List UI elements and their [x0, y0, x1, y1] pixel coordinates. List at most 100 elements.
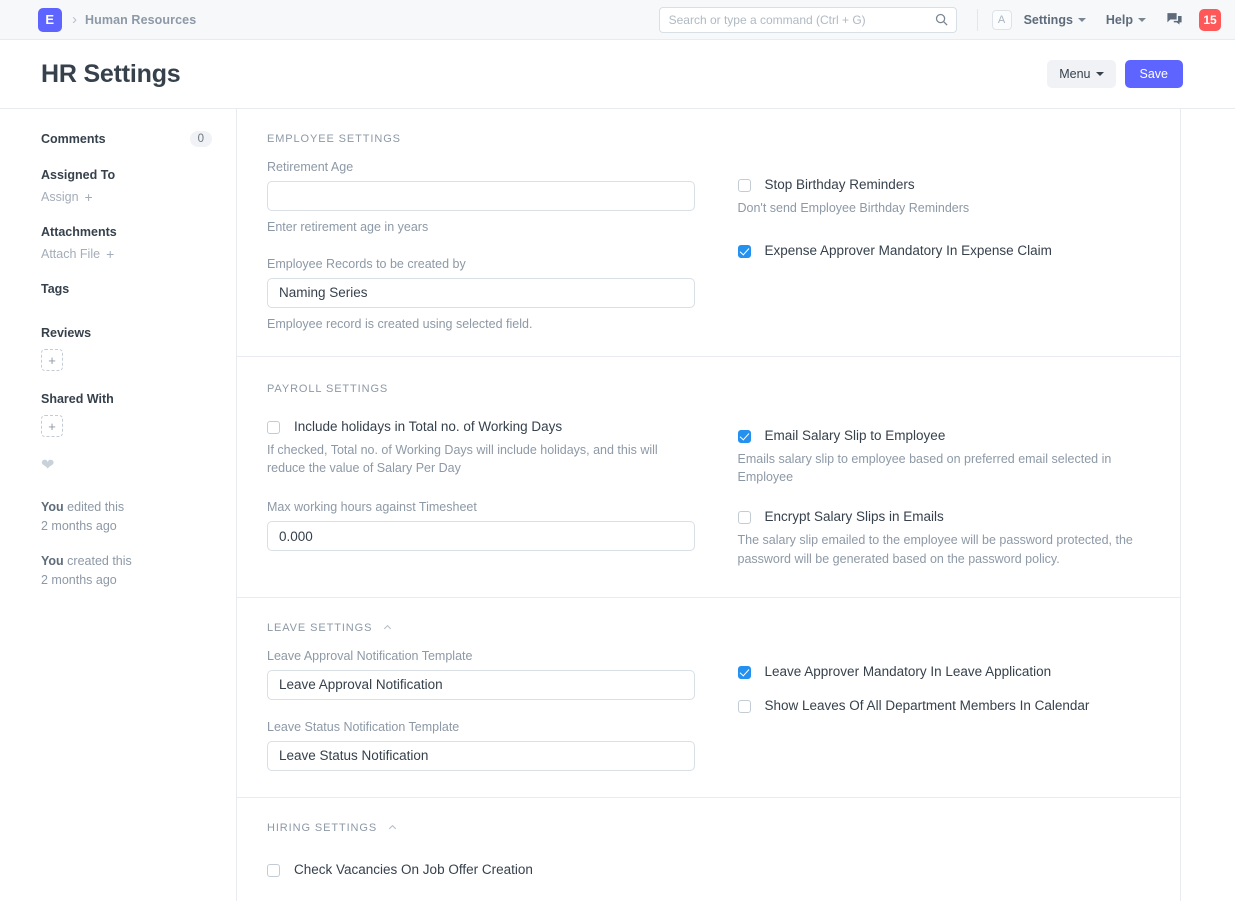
hiring-settings-right-column: [710, 822, 1153, 878]
leave-settings-title-row[interactable]: Leave Settings: [267, 622, 680, 634]
leave-status-template-label: Leave Status Notification Template: [267, 719, 460, 734]
menu-button-label: Menu: [1059, 67, 1091, 81]
employee-records-description: Employee record is created using selecte…: [267, 316, 533, 331]
search-input[interactable]: [658, 6, 957, 33]
field-retirement-age: Retirement Age Enter retirement age in y…: [267, 160, 695, 237]
stop-birthday-reminders-label[interactable]: Stop Birthday Reminders: [765, 177, 915, 193]
field-leave-approver-mandatory: Leave Approver Mandatory In Leave Applic…: [737, 664, 1153, 680]
leave-approval-template-input[interactable]: [267, 669, 695, 700]
retirement-age-input[interactable]: [267, 181, 695, 211]
section-employee-settings: Employee Settings Retirement Age Enter r…: [237, 109, 1180, 357]
help-menu[interactable]: Help: [1106, 13, 1146, 27]
section-hiring-settings: Hiring Settings Check Vacancies On Job O…: [237, 798, 1180, 901]
section-title: Leave Settings: [267, 621, 373, 634]
assign-button[interactable]: Assign +: [41, 190, 93, 204]
page-body: Comments 0 Assigned To Assign + Attachme…: [0, 109, 1235, 901]
assigned-to-label: Assigned To: [41, 168, 116, 182]
include-holidays-label[interactable]: Include holidays in Total no. of Working…: [294, 419, 562, 435]
navbar-divider: [976, 8, 978, 31]
employee-records-label: Employee Records to be created by: [267, 256, 466, 271]
leave-approver-mandatory-label[interactable]: Leave Approver Mandatory In Leave Applic…: [765, 664, 1052, 680]
employee-records-select[interactable]: [267, 277, 695, 308]
max-working-hours-input[interactable]: [267, 521, 695, 552]
sidebar-comments[interactable]: Comments 0: [41, 131, 212, 147]
show-leaves-calendar-label[interactable]: Show Leaves Of All Department Members In…: [765, 698, 1090, 714]
email-salary-slip-description: Emails salary slip to employee based on …: [737, 451, 1112, 485]
app-logo-icon[interactable]: E: [38, 7, 62, 32]
settings-card: Employee Settings Retirement Age Enter r…: [237, 109, 1181, 901]
sidebar-reviews: Reviews +: [41, 326, 212, 371]
stop-birthday-reminders-checkbox[interactable]: [737, 179, 751, 192]
breadcrumb-human-resources[interactable]: Human Resources: [85, 13, 196, 27]
retirement-age-label: Retirement Age: [267, 160, 354, 174]
section-payroll-settings: Payroll Settings Include holidays in Tot…: [237, 357, 1180, 598]
leave-settings-right-column: Leave Approver Mandatory In Leave Applic…: [710, 622, 1153, 771]
payroll-settings-right-column: Email Salary Slip to Employee Emails sal…: [710, 383, 1153, 569]
sidebar-shared-with: Shared With +: [41, 392, 212, 437]
hiring-settings-title-row[interactable]: Hiring Settings: [267, 822, 680, 834]
encrypt-salary-slips-label[interactable]: Encrypt Salary Slips in Emails: [765, 509, 944, 525]
comments-label: Comments: [41, 132, 106, 146]
sidebar-attachments: Attachments Attach File +: [41, 225, 212, 261]
chevron-down-icon: [1138, 17, 1146, 22]
menu-button[interactable]: Menu: [1047, 60, 1116, 88]
leave-settings-left-column: Leave Settings Leave Approval Notificati…: [267, 622, 710, 771]
assign-label: Assign: [41, 190, 79, 204]
section-title: Hiring Settings: [267, 821, 378, 834]
attach-file-label: Attach File: [41, 247, 101, 261]
leave-status-template-input[interactable]: [267, 740, 695, 771]
page-header: HR Settings Menu Save: [0, 40, 1235, 109]
settings-menu-label: Settings: [1023, 12, 1073, 27]
save-button[interactable]: Save: [1124, 60, 1183, 88]
main-content: Employee Settings Retirement Age Enter r…: [237, 109, 1235, 901]
check-vacancies-checkbox[interactable]: [267, 863, 280, 877]
add-share-button[interactable]: +: [41, 415, 63, 437]
add-review-button[interactable]: +: [41, 349, 63, 371]
field-encrypt-salary-slips: Encrypt Salary Slips in Emails The salar…: [737, 509, 1153, 569]
email-salary-slip-label[interactable]: Email Salary Slip to Employee: [765, 428, 946, 444]
chevron-up-icon[interactable]: [387, 822, 398, 833]
chevron-up-icon[interactable]: [382, 622, 393, 633]
field-max-working-hours: Max working hours against Timesheet: [267, 500, 695, 552]
notification-badge[interactable]: 15: [1199, 8, 1221, 31]
like-heart-icon[interactable]: ❤: [41, 458, 212, 474]
hiring-settings-left-column: Hiring Settings Check Vacancies On Job O…: [267, 822, 710, 878]
chevron-down-icon: [1077, 17, 1086, 22]
search-icon[interactable]: [934, 12, 949, 27]
field-email-salary-slip: Email Salary Slip to Employee Emails sal…: [737, 428, 1153, 488]
section-title: Payroll Settings: [267, 382, 389, 395]
activity-who: You: [41, 553, 64, 568]
field-leave-status-template: Leave Status Notification Template: [267, 719, 695, 771]
include-holidays-checkbox[interactable]: [267, 420, 280, 434]
activity-entry: You created this 2 months ago: [41, 552, 212, 591]
expense-approver-mandatory-label[interactable]: Expense Approver Mandatory In Expense Cl…: [765, 243, 1052, 259]
settings-menu[interactable]: Settings: [1024, 13, 1086, 27]
chat-icon[interactable]: [1166, 11, 1183, 28]
leave-approver-mandatory-checkbox[interactable]: [737, 665, 751, 679]
check-vacancies-label[interactable]: Check Vacancies On Job Offer Creation: [294, 862, 533, 878]
email-salary-slip-checkbox[interactable]: [737, 429, 751, 443]
show-leaves-calendar-checkbox[interactable]: [737, 700, 751, 714]
tags-label: Tags: [41, 282, 70, 296]
field-show-leaves-calendar: Show Leaves Of All Department Members In…: [737, 698, 1153, 714]
sidebar: Comments 0 Assigned To Assign + Attachme…: [0, 109, 237, 901]
retirement-age-description: Enter retirement age in years: [267, 220, 429, 234]
field-include-holidays: Include holidays in Total no. of Working…: [267, 419, 680, 479]
attachments-label: Attachments: [41, 225, 117, 239]
help-menu-label: Help: [1105, 12, 1133, 27]
activity-when: 2 months ago: [41, 573, 117, 588]
search-box: [658, 6, 957, 33]
avatar[interactable]: A: [991, 9, 1012, 30]
sidebar-tags[interactable]: Tags: [41, 282, 212, 296]
stop-birthday-reminders-description: Don't send Employee Birthday Reminders: [737, 201, 970, 216]
employee-settings-title-row: Employee Settings: [267, 133, 680, 145]
comments-count: 0: [189, 131, 212, 147]
field-stop-birthday-reminders: Stop Birthday Reminders Don't send Emplo…: [737, 177, 1153, 218]
reviews-label: Reviews: [41, 326, 92, 340]
attach-file-button[interactable]: Attach File +: [41, 247, 114, 261]
section-title: Employee Settings: [267, 133, 401, 145]
encrypt-salary-slips-checkbox[interactable]: [737, 511, 751, 525]
activity-entry: You edited this 2 months ago: [41, 498, 212, 537]
activity-what: created this: [67, 553, 132, 568]
expense-approver-mandatory-checkbox[interactable]: [737, 244, 751, 258]
